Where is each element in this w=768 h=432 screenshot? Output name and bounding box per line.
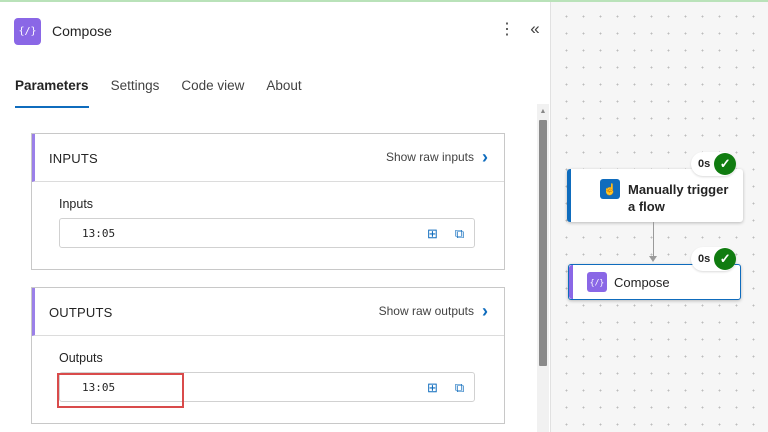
inputs-field-actions: ⊞ ⧉: [414, 225, 468, 242]
flow-canvas[interactable]: ☝ Manually trigger a flow 0s ✓ {/} Compo…: [552, 2, 768, 432]
outputs-card: OUTPUTS Show raw outputs › Outputs 13:05…: [31, 287, 505, 424]
chevron-right-icon: ›: [482, 147, 488, 167]
outputs-card-header: OUTPUTS Show raw outputs ›: [32, 288, 504, 336]
inputs-field-label: Inputs: [59, 197, 94, 211]
outputs-value: 13:05: [82, 381, 116, 394]
show-raw-outputs-link[interactable]: Show raw outputs ›: [378, 301, 488, 321]
compose-status-badge: 0s ✓: [691, 247, 737, 271]
trigger-node-accent: [567, 169, 571, 222]
tab-settings[interactable]: Settings: [111, 78, 160, 108]
compose-icon: {/}: [587, 272, 607, 292]
inputs-card-body: Inputs 13:05 ⊞ ⧉: [32, 182, 504, 269]
connector-arrow-icon: [649, 256, 657, 262]
show-raw-outputs-label: Show raw outputs: [378, 304, 474, 318]
panel-tabs: Parameters Settings Code view About: [15, 78, 324, 108]
compose-node-label: Compose: [614, 275, 670, 290]
scroll-up-arrow-icon[interactable]: ▲: [537, 106, 549, 116]
compose-duration: 0s: [698, 253, 711, 265]
inputs-value: 13:05: [82, 227, 116, 240]
table-view-icon[interactable]: ⊞: [424, 225, 441, 242]
double-chevron-left-icon[interactable]: «: [526, 18, 544, 40]
outputs-field-actions: ⊞ ⧉: [414, 379, 468, 396]
outputs-card-title: OUTPUTS: [49, 305, 113, 320]
chevron-right-icon: ›: [482, 301, 488, 321]
manual-trigger-icon: ☝: [600, 179, 620, 199]
action-details-panel: {/} Compose ⋮ « Parameters Settings Code…: [0, 2, 551, 432]
inputs-value-field: 13:05 ⊞ ⧉: [59, 218, 475, 248]
trigger-node-label: Manually trigger a flow: [628, 182, 729, 214]
show-raw-inputs-link[interactable]: Show raw inputs ›: [385, 147, 488, 167]
tab-about[interactable]: About: [266, 78, 301, 108]
inputs-card-header: INPUTS Show raw inputs ›: [32, 134, 504, 182]
flow-connector-line: [653, 222, 654, 260]
success-check-icon: ✓: [714, 153, 737, 175]
inputs-card-title: INPUTS: [49, 151, 98, 166]
tab-code-view[interactable]: Code view: [181, 78, 244, 108]
more-vertical-icon[interactable]: ⋮: [499, 18, 515, 40]
show-raw-inputs-label: Show raw inputs: [385, 150, 474, 164]
trigger-duration: 0s: [698, 158, 711, 170]
outputs-value-field: 13:05 ⊞ ⧉: [59, 372, 475, 402]
copy-icon[interactable]: ⧉: [451, 225, 468, 242]
panel-title: Compose: [52, 23, 112, 39]
compose-node-accent: [569, 265, 573, 299]
panel-scrollbar[interactable]: ▲: [537, 104, 549, 432]
success-check-icon: ✓: [714, 248, 737, 270]
inputs-card: INPUTS Show raw inputs › Inputs 13:05 ⊞ …: [31, 133, 505, 270]
trigger-status-badge: 0s ✓: [691, 152, 737, 176]
scrollbar-thumb[interactable]: [539, 120, 547, 366]
copy-icon[interactable]: ⧉: [451, 379, 468, 396]
tab-parameters[interactable]: Parameters: [15, 78, 89, 108]
trigger-node[interactable]: ☝ Manually trigger a flow: [567, 169, 743, 222]
table-view-icon[interactable]: ⊞: [424, 379, 441, 396]
compose-icon: {/}: [14, 18, 41, 45]
outputs-card-body: Outputs 13:05 ⊞ ⧉: [32, 336, 504, 423]
outputs-field-label: Outputs: [59, 351, 103, 365]
